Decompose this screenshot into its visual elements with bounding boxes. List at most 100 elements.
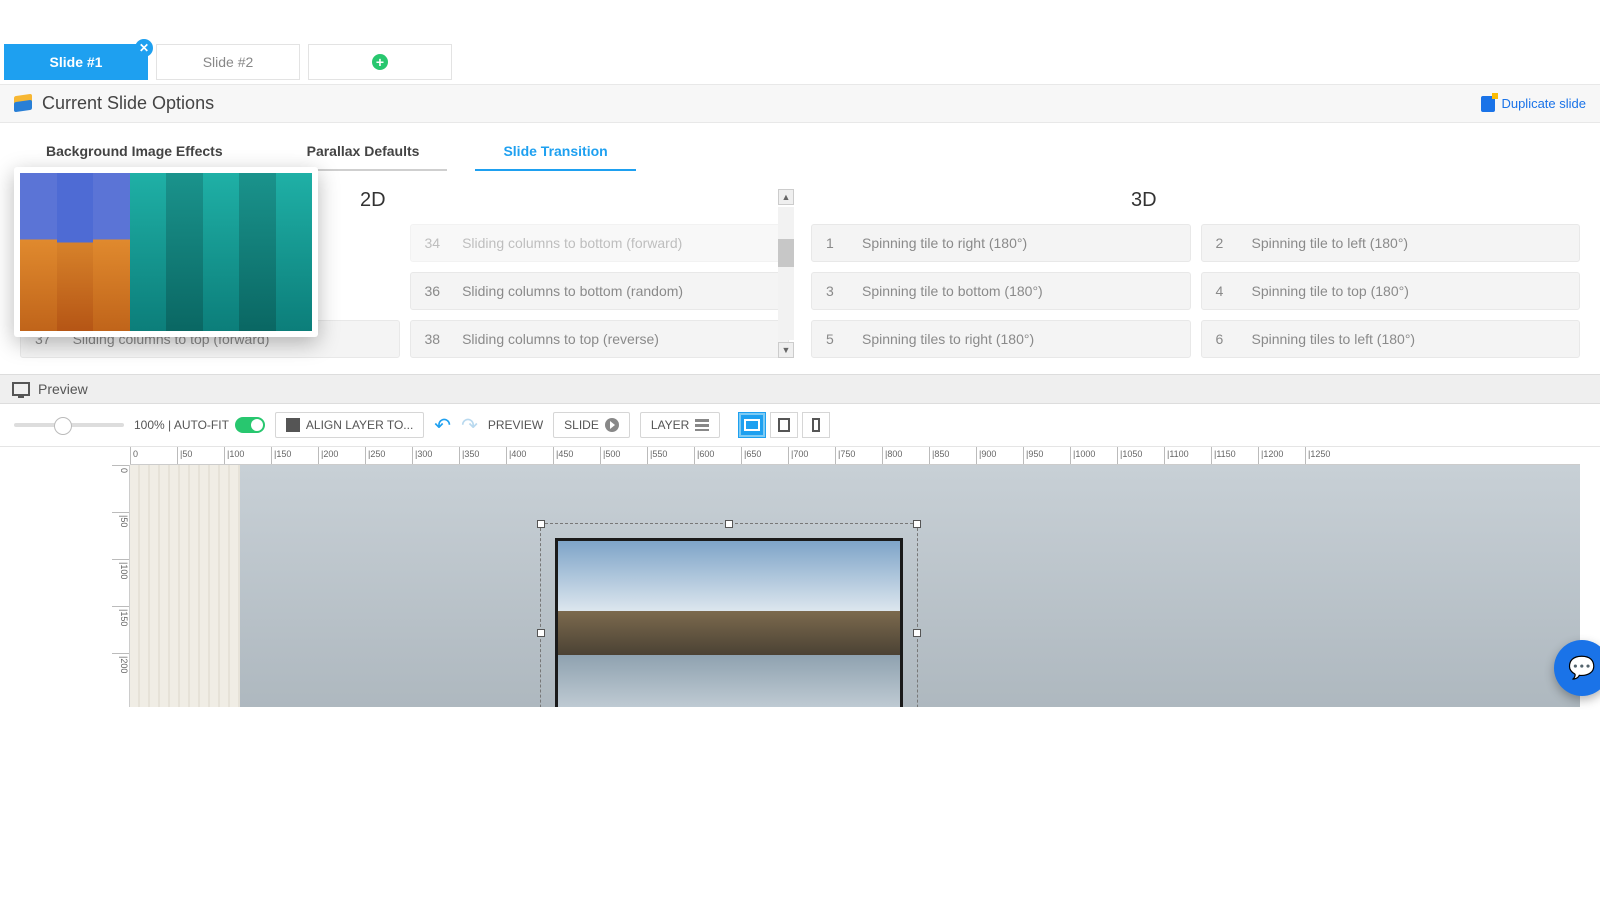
ruler-tick: |1150	[1211, 447, 1258, 464]
options-sub-tabs: Background Image Effects Parallax Defaul…	[0, 133, 1600, 171]
ruler-tick: |200	[318, 447, 365, 464]
duplicate-slide-link[interactable]: Duplicate slide	[1481, 96, 1586, 112]
tab-transition[interactable]: Slide Transition	[475, 133, 635, 171]
align-icon	[286, 418, 300, 432]
ruler-tick: |700	[788, 447, 835, 464]
transition-item[interactable]: 34 Sliding columns to bottom (forward)	[410, 224, 790, 262]
phone-icon	[812, 418, 820, 432]
options-bar: Current Slide Options Duplicate slide	[0, 84, 1600, 123]
ruler-tick: |900	[976, 447, 1023, 464]
transition-label: Spinning tile to left (180°)	[1252, 235, 1409, 251]
ruler-tick: |250	[365, 447, 412, 464]
transition-label: Sliding columns to bottom (forward)	[462, 235, 682, 251]
ruler-tick: |100	[112, 559, 129, 606]
slide-label: SLIDE	[564, 418, 599, 432]
ruler-tick: 0	[112, 465, 129, 512]
resize-handle-w[interactable]	[537, 629, 545, 637]
zoom-slider[interactable]	[14, 423, 124, 427]
transition-item[interactable]: 1 Spinning tile to right (180°)	[811, 224, 1191, 262]
ruler-tick: |150	[271, 447, 318, 464]
preview-layer-button[interactable]: LAYER	[640, 412, 720, 438]
ruler-tick: |850	[929, 447, 976, 464]
play-icon	[605, 418, 619, 432]
editor-canvas[interactable]: 0|50|100|150|200|250|300|350|400|450|500…	[0, 447, 1600, 707]
desktop-icon	[744, 419, 760, 431]
transition-panel: 2D 34 Sliding columns to bottom (forward…	[0, 171, 1600, 366]
transition-item[interactable]: 38 Sliding columns to top (reverse)	[410, 320, 790, 358]
view-desktop-button[interactable]	[738, 412, 766, 438]
editor-toolbar: 100% | AUTO-FIT ALIGN LAYER TO... ↶ ↷ PR…	[0, 404, 1600, 447]
ruler-vertical: 0|50|100|150|200	[112, 465, 130, 707]
undo-icon[interactable]: ↶	[434, 413, 451, 438]
ruler-tick: |550	[647, 447, 694, 464]
scrollbar-vertical[interactable]: ▲ ▼	[777, 189, 795, 358]
transition-num: 36	[425, 283, 441, 299]
redo-icon[interactable]: ↷	[461, 413, 478, 438]
transition-num: 3	[826, 283, 840, 299]
preview-section-header: Preview	[0, 374, 1600, 404]
scroll-track[interactable]	[778, 207, 794, 340]
ruler-horizontal: 0|50|100|150|200|250|300|350|400|450|500…	[130, 447, 1580, 465]
preview-label: Preview	[38, 381, 88, 397]
scroll-thumb[interactable]	[778, 239, 794, 267]
close-icon[interactable]: ✕	[135, 39, 153, 57]
layer-label: LAYER	[651, 418, 689, 432]
slide-tab-label: Slide #1	[50, 54, 103, 70]
transition-num: 2	[1216, 235, 1230, 251]
transition-item[interactable]: 6 Spinning tiles to left (180°)	[1201, 320, 1581, 358]
transition-label: Spinning tiles to right (180°)	[862, 331, 1034, 347]
preview-text: PREVIEW	[488, 418, 543, 432]
transition-label: Spinning tile to right (180°)	[862, 235, 1027, 251]
ruler-tick: |1050	[1117, 447, 1164, 464]
transition-num: 38	[425, 331, 441, 347]
resize-handle-ne[interactable]	[913, 520, 921, 528]
ruler-tick: |450	[553, 447, 600, 464]
chat-icon: 💬	[1568, 655, 1595, 681]
selected-layer[interactable]	[540, 523, 918, 707]
transition-preview-popover	[14, 167, 318, 337]
ruler-tick: |1000	[1070, 447, 1117, 464]
transition-num: 6	[1216, 331, 1230, 347]
ruler-tick: |500	[600, 447, 647, 464]
ruler-tick: |300	[412, 447, 459, 464]
add-slide-tab[interactable]: +	[308, 44, 452, 80]
scroll-down-icon[interactable]: ▼	[778, 342, 794, 358]
transition-item[interactable]: 3 Spinning tile to bottom (180°)	[811, 272, 1191, 310]
slide-stage[interactable]	[130, 465, 1580, 707]
transition-label: Spinning tile to bottom (180°)	[862, 283, 1043, 299]
transition-item[interactable]: 2 Spinning tile to left (180°)	[1201, 224, 1581, 262]
tab-bg-effects[interactable]: Background Image Effects	[18, 133, 251, 171]
transition-num: 5	[826, 331, 840, 347]
transition-item[interactable]: 5 Spinning tiles to right (180°)	[811, 320, 1191, 358]
tablet-icon	[778, 418, 790, 432]
align-label: ALIGN LAYER TO...	[306, 418, 413, 432]
plus-icon: +	[372, 54, 388, 70]
preview-slide-button[interactable]: SLIDE	[553, 412, 630, 438]
layers-icon	[14, 95, 32, 113]
transition-item[interactable]: 36 Sliding columns to bottom (random)	[410, 272, 790, 310]
ruler-tick: |50	[177, 447, 224, 464]
zoom-label: 100% | AUTO-FIT	[134, 417, 265, 433]
ruler-tick: |400	[506, 447, 553, 464]
ruler-tick: |800	[882, 447, 929, 464]
view-tablet-button[interactable]	[770, 412, 798, 438]
ruler-tick: |1100	[1164, 447, 1211, 464]
transition-item[interactable]: 4 Spinning tile to top (180°)	[1201, 272, 1581, 310]
view-phone-button[interactable]	[802, 412, 830, 438]
slide-tab-2[interactable]: Slide #2	[156, 44, 300, 80]
autofit-toggle[interactable]	[235, 417, 265, 433]
align-layer-button[interactable]: ALIGN LAYER TO...	[275, 412, 424, 438]
ruler-tick: |100	[224, 447, 271, 464]
scroll-up-icon[interactable]: ▲	[778, 189, 794, 205]
slide-tabs: Slide #1 ✕ Slide #2 +	[0, 44, 1600, 80]
transition-label: Spinning tiles to left (180°)	[1252, 331, 1416, 347]
slide-tab-1[interactable]: Slide #1 ✕	[4, 44, 148, 80]
zoom-text: 100% | AUTO-FIT	[134, 418, 229, 432]
ruler-tick: 0	[130, 447, 177, 464]
ruler-tick: |150	[112, 606, 129, 653]
resize-handle-e[interactable]	[913, 629, 921, 637]
tab-parallax[interactable]: Parallax Defaults	[279, 133, 448, 171]
resize-handle-nw[interactable]	[537, 520, 545, 528]
resize-handle-n[interactable]	[725, 520, 733, 528]
duplicate-label: Duplicate slide	[1501, 96, 1586, 111]
